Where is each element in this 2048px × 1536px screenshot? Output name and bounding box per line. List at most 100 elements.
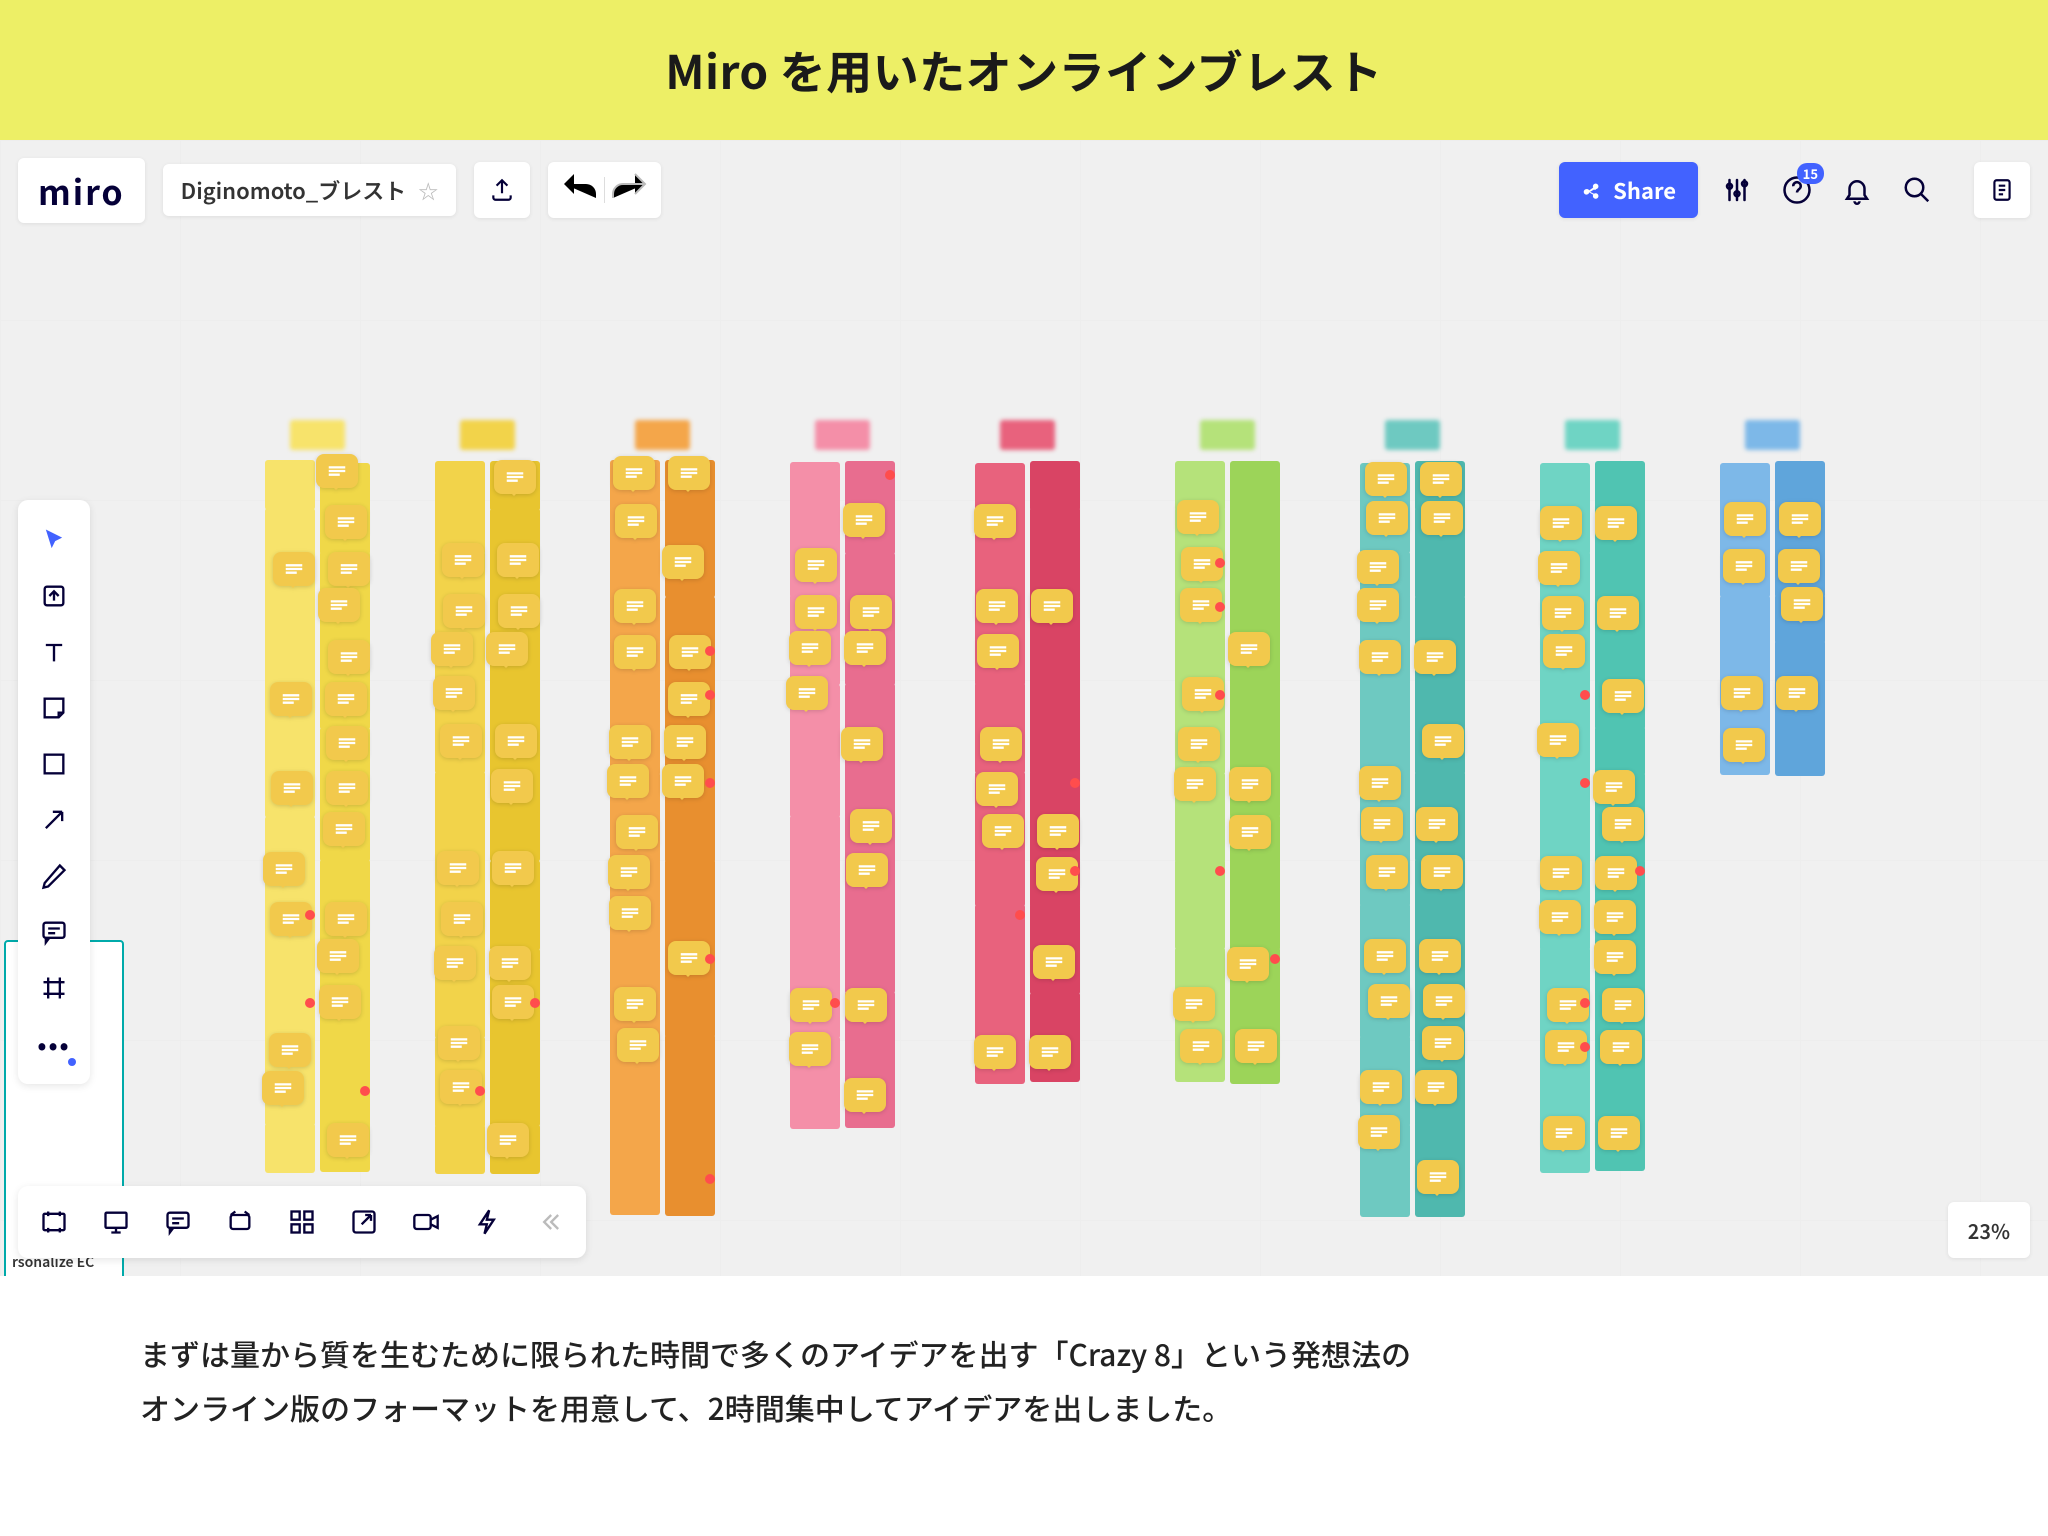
comment-bubble-icon[interactable]	[846, 853, 888, 887]
comment-bubble-icon[interactable]	[438, 1026, 480, 1060]
comment-bubble-icon[interactable]	[789, 631, 831, 665]
sticky-note[interactable]	[265, 1123, 315, 1173]
frame-tool[interactable]	[26, 960, 82, 1016]
comment-bubble-icon[interactable]	[326, 771, 368, 805]
comment-bubble-icon[interactable]	[443, 594, 485, 628]
comment-bubble-icon[interactable]	[440, 724, 482, 758]
comment-bubble-icon[interactable]	[1180, 1029, 1222, 1063]
comment-bubble-icon[interactable]	[1029, 1035, 1071, 1069]
comment-bubble-icon[interactable]	[325, 505, 367, 539]
comment-bubble-icon[interactable]	[1227, 947, 1269, 981]
more-tools[interactable]: •••	[26, 1016, 82, 1072]
comment-bubble-icon[interactable]	[495, 724, 537, 758]
comment-bubble-icon[interactable]	[1781, 587, 1823, 621]
comment-bubble-icon[interactable]	[1423, 984, 1465, 1018]
sticky-note[interactable]	[610, 681, 660, 731]
sticky-note[interactable]	[790, 858, 840, 908]
comment-bubble-icon[interactable]	[1602, 807, 1644, 841]
comment-bubble-icon[interactable]	[263, 852, 305, 886]
sticky-note[interactable]	[265, 989, 315, 1039]
comment-bubble-icon[interactable]	[609, 725, 651, 759]
comment-tool[interactable]	[26, 904, 82, 960]
comment-bubble-icon[interactable]	[616, 815, 658, 849]
sticky-note[interactable]	[1360, 1167, 1410, 1217]
comment-bubble-icon[interactable]	[434, 946, 476, 980]
comment-bubble-icon[interactable]	[442, 543, 484, 577]
comment-bubble-icon[interactable]	[845, 988, 887, 1022]
sticky-note[interactable]	[265, 460, 315, 510]
comment-bubble-icon[interactable]	[615, 504, 657, 538]
sticky-note[interactable]	[845, 1033, 895, 1083]
comment-bubble-icon[interactable]	[1228, 632, 1270, 666]
card-icon[interactable]	[218, 1200, 262, 1244]
comment-bubble-icon[interactable]	[1593, 770, 1635, 804]
cursor-tool[interactable]	[26, 512, 82, 568]
comment-bubble-icon[interactable]	[977, 634, 1019, 668]
comment-bubble-icon[interactable]	[325, 682, 367, 716]
comment-bubble-icon[interactable]	[489, 946, 531, 980]
comment-bubble-icon[interactable]	[614, 589, 656, 623]
comment-bubble-icon[interactable]	[617, 1028, 659, 1062]
comment-bubble-icon[interactable]	[1031, 589, 1073, 623]
sticky-note[interactable]	[665, 988, 715, 1038]
comment-bubble-icon[interactable]	[492, 851, 534, 885]
comments-icon[interactable]	[156, 1200, 200, 1244]
comment-bubble-icon[interactable]	[1602, 679, 1644, 713]
comment-bubble-icon[interactable]	[1721, 676, 1763, 710]
redo-button[interactable]	[605, 166, 653, 214]
comment-bubble-icon[interactable]	[1594, 900, 1636, 934]
sticky-note[interactable]	[490, 1033, 540, 1083]
comment-bubble-icon[interactable]	[1414, 640, 1456, 674]
comment-bubble-icon[interactable]	[609, 896, 651, 930]
comment-bubble-icon[interactable]	[1177, 500, 1219, 534]
comment-bubble-icon[interactable]	[319, 985, 361, 1019]
comment-bubble-icon[interactable]	[980, 727, 1022, 761]
comment-bubble-icon[interactable]	[795, 548, 837, 582]
comment-bubble-icon[interactable]	[1235, 1029, 1277, 1063]
comment-bubble-icon[interactable]	[1539, 900, 1581, 934]
comment-bubble-icon[interactable]	[1537, 723, 1579, 757]
comment-bubble-icon[interactable]	[789, 1032, 831, 1066]
arrow-tool[interactable]	[26, 792, 82, 848]
sticky-note[interactable]	[610, 1121, 660, 1171]
search-icon[interactable]	[1896, 169, 1938, 211]
comment-bubble-icon[interactable]	[974, 504, 1016, 538]
comment-bubble-icon[interactable]	[316, 454, 358, 488]
comment-bubble-icon[interactable]	[486, 632, 528, 666]
comment-bubble-icon[interactable]	[844, 631, 886, 665]
sticky-note[interactable]	[665, 1121, 715, 1171]
comment-bubble-icon[interactable]	[270, 682, 312, 716]
sticky-note[interactable]	[1030, 461, 1080, 511]
comment-bubble-icon[interactable]	[976, 772, 1018, 806]
zoom-indicator[interactable]: 23%	[1948, 1202, 2030, 1258]
sticky-note[interactable]	[845, 683, 895, 733]
sticky-note[interactable]	[1360, 681, 1410, 731]
comment-bubble-icon[interactable]	[1778, 549, 1820, 583]
comment-bubble-icon[interactable]	[1779, 502, 1821, 536]
comment-bubble-icon[interactable]	[976, 589, 1018, 623]
comment-bubble-icon[interactable]	[850, 809, 892, 843]
comment-bubble-icon[interactable]	[1358, 1115, 1400, 1149]
video-icon[interactable]	[404, 1200, 448, 1244]
comment-bubble-icon[interactable]	[1543, 1116, 1585, 1150]
comment-bubble-icon[interactable]	[613, 456, 655, 490]
comment-bubble-icon[interactable]	[1421, 501, 1463, 535]
comment-bubble-icon[interactable]	[662, 764, 704, 798]
presentation-icon[interactable]	[94, 1200, 138, 1244]
comment-bubble-icon[interactable]	[271, 771, 313, 805]
sticky-note[interactable]	[975, 945, 1025, 995]
comment-bubble-icon[interactable]	[437, 851, 479, 885]
sticky-note[interactable]	[665, 1034, 715, 1084]
comment-bubble-icon[interactable]	[662, 545, 704, 579]
comment-bubble-icon[interactable]	[1360, 1070, 1402, 1104]
collapse-icon[interactable]	[528, 1200, 572, 1244]
sticky-note[interactable]	[265, 638, 315, 688]
template-tool[interactable]	[26, 568, 82, 624]
sticky-note[interactable]	[610, 1077, 660, 1127]
comment-bubble-icon[interactable]	[262, 1071, 304, 1105]
comment-bubble-icon[interactable]	[1037, 814, 1079, 848]
comment-bubble-icon[interactable]	[1416, 807, 1458, 841]
activity-icon[interactable]	[280, 1200, 324, 1244]
sticky-note[interactable]	[845, 900, 895, 950]
comment-bubble-icon[interactable]	[497, 543, 539, 577]
